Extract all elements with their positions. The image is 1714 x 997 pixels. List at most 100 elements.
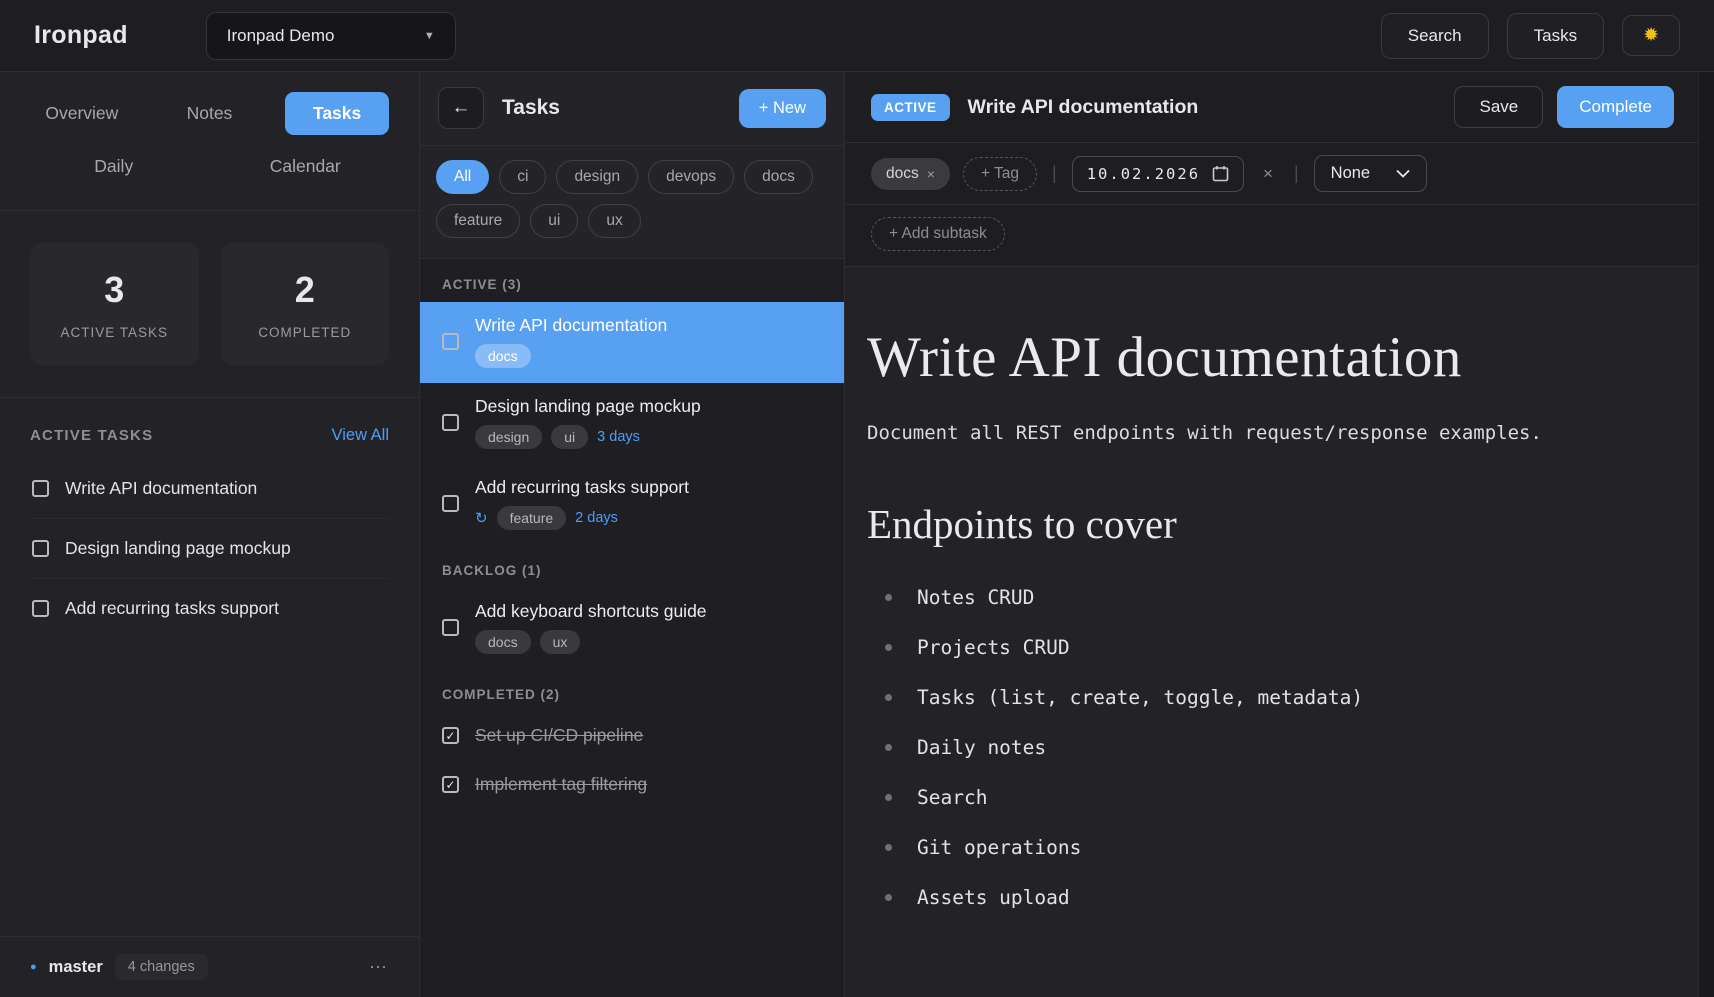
recurring-icon: ↻ [475,509,488,527]
branch-dot-icon: ● [30,961,37,973]
more-menu-icon[interactable]: ⋯ [369,957,389,978]
arrow-left-icon: ← [452,97,471,118]
search-button[interactable]: Search [1381,13,1489,59]
task-checkbox[interactable] [442,414,459,431]
sun-icon: ✹ [1643,25,1659,46]
tag-pill-docs[interactable]: docs × [871,158,950,190]
task-body: Set up CI/CD pipeline [475,725,643,746]
due-label: 3 days [597,429,640,445]
task-label: Design landing page mockup [65,538,291,559]
task-checkbox[interactable] [32,480,49,497]
view-all-link[interactable]: View All [332,426,389,445]
due-date-value: 10.02.2026 [1087,165,1200,183]
checked-checkbox[interactable]: ✓ [442,727,459,744]
task-title: Set up CI/CD pipeline [475,725,643,746]
main-layout: Overview Notes Tasks Daily Calendar 3 ACTIVE … [0,72,1714,997]
sidebar-tab-daily[interactable]: Daily [66,145,161,188]
due-date-input[interactable]: 10.02.2026 [1072,156,1244,192]
task-row[interactable]: ✓Implement tag filtering [420,761,844,810]
chevron-down-icon: ▼ [424,30,435,42]
back-button[interactable]: ← [438,87,484,129]
add-subtask-button[interactable]: + Add subtask [871,217,1005,251]
task-meta: docs [475,344,667,368]
filter-chip-ui[interactable]: ui [530,204,578,238]
detail-header: ACTIVE Write API documentation Save Comp… [845,72,1714,143]
sidebar-tabs: Overview Notes Tasks Daily Calendar [0,72,419,210]
stat-value: 3 [104,269,124,311]
task-checkbox[interactable] [32,540,49,557]
stat-card: 2COMPLETED [221,243,390,365]
filter-chip-feature[interactable]: feature [436,204,520,238]
document-heading-2: Endpoints to cover [867,500,1654,548]
task-meta: designui3 days [475,425,701,449]
task-checkbox[interactable] [442,619,459,636]
document-intro: Document all REST endpoints with request… [867,422,1654,444]
active-tasks-list: Write API documentation Design landing pa… [30,459,389,638]
filter-chip-all[interactable]: All [436,160,489,194]
task-row[interactable]: Write API documentationdocs [420,302,844,383]
calendar-icon[interactable] [1212,165,1229,182]
active-tasks-heading: ACTIVE TASKS [30,427,153,444]
tag-filters: Allci design devops docs feature uiux [420,145,844,259]
section-label: COMPLETED (2) [420,669,844,712]
add-tag-button[interactable]: + Tag [963,157,1037,191]
scrollbar[interactable] [1698,72,1714,997]
new-task-button[interactable]: + New [739,89,826,128]
task-label: Add recurring tasks support [65,598,279,619]
task-list: ACTIVE (3)Write API documentationdocsDes… [420,259,844,997]
git-status-footer: ● master 4 changes ⋯ [0,936,419,997]
theme-toggle-button[interactable]: ✹ [1622,15,1680,56]
detail-title: Write API documentation [968,96,1199,119]
priority-select[interactable]: None [1314,155,1427,192]
sidebar-tab-calendar[interactable]: Calendar [242,145,369,188]
app-logo: Ironpad [34,21,128,50]
detail-actions: Save Complete [1454,86,1688,128]
filter-chip-ux[interactable]: ux [588,204,640,238]
filter-chip-ci[interactable]: ci [499,160,546,194]
priority-select-value: None [1331,164,1370,183]
clear-date-button[interactable]: × [1257,163,1279,185]
task-row[interactable]: Design landing page mockupdesignui3 days [420,383,844,464]
bullet-item: Search [885,786,1654,809]
task-checkbox[interactable] [442,495,459,512]
task-body: Add keyboard shortcuts guidedocsux [475,601,707,654]
subtask-row: + Add subtask [845,205,1714,267]
list-item[interactable]: Write API documentation [30,459,389,518]
document-body[interactable]: Write API documentation Document all RES… [845,267,1714,997]
task-row[interactable]: ✓ Set up CI/CD pipeline [420,712,844,761]
separator: | [1050,163,1059,184]
tag-label: docs [886,165,919,183]
chevron-down-icon [1396,169,1410,178]
detail-meta-row: docs × + Tag | 10.02.2026 × | None [845,143,1714,205]
task-title: Add recurring tasks support [475,477,689,498]
list-item[interactable]: Add recurring tasks support [30,578,389,638]
project-select[interactable]: Ironpad Demo ▼ [206,12,456,60]
task-checkbox[interactable] [442,333,459,350]
checked-checkbox[interactable]: ✓ [442,776,459,793]
sidebar-tab-tasks[interactable]: Tasks [285,92,389,135]
bullet-item: Daily notes [885,736,1654,759]
stat-label: COMPLETED [258,325,351,340]
list-item[interactable]: Design landing page mockup [30,518,389,578]
active-tasks-section: ACTIVE TASKS View All Write API document… [0,398,419,638]
filter-chip-design[interactable]: design [556,160,638,194]
stat-label: ACTIVE TASKS [60,325,168,340]
status-badge: ACTIVE [871,94,950,121]
filter-chip-devops[interactable]: devops [648,160,734,194]
task-checkbox[interactable] [32,600,49,617]
separator: | [1292,163,1301,184]
tag-pill-design: design [475,425,542,449]
sidebar-tab-overview[interactable]: Overview [17,92,146,135]
task-body: Write API documentationdocs [475,315,667,368]
task-meta: ↻feature2 days [475,506,689,530]
task-row[interactable]: Add keyboard shortcuts guidedocsux [420,588,844,669]
save-button[interactable]: Save [1454,86,1543,128]
task-row[interactable]: Add recurring tasks support ↻feature2 day… [420,464,844,545]
sidebar-tab-notes[interactable]: Notes [159,92,261,135]
tag-pill-docs: docs [475,344,531,368]
filter-chip-docs[interactable]: docs [744,160,813,194]
remove-tag-icon[interactable]: × [927,166,935,182]
complete-button[interactable]: Complete [1557,86,1674,128]
tag-pill-docs: docs [475,630,531,654]
tasks-button[interactable]: Tasks [1507,13,1604,59]
